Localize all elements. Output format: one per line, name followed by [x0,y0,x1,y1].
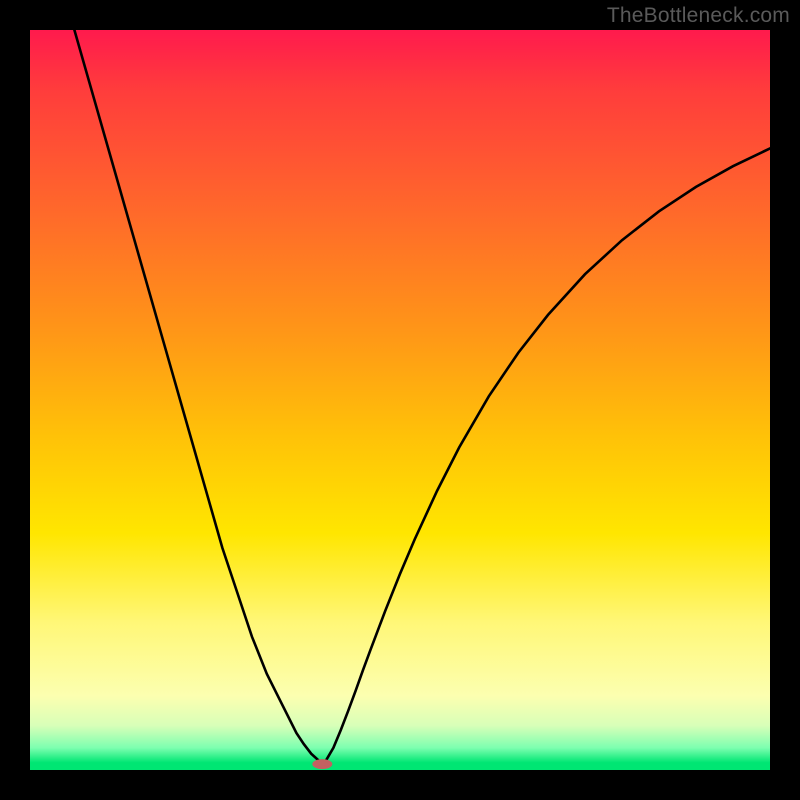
bottleneck-curve [74,30,770,764]
watermark-text: TheBottleneck.com [607,4,790,28]
curve-minimum-marker [312,759,332,769]
curve-layer [30,30,770,770]
chart-frame: TheBottleneck.com [0,0,800,800]
plot-area [30,30,770,770]
